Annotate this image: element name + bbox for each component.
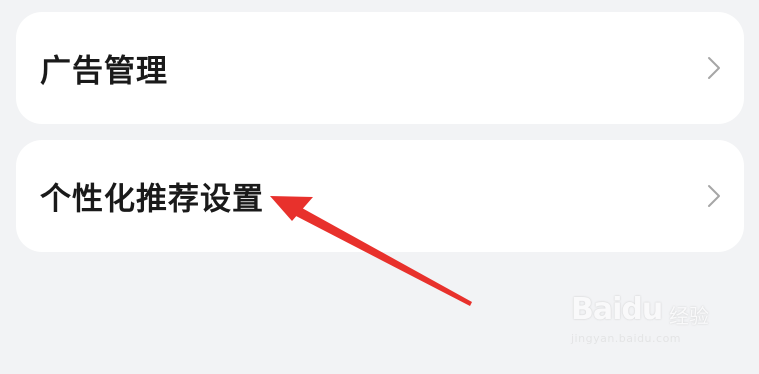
watermark-brand-cn: 经验: [669, 304, 709, 328]
settings-item-label: 个性化推荐设置: [40, 181, 264, 218]
chevron-right-icon: [708, 185, 720, 207]
chevron-right-icon: [708, 57, 720, 79]
watermark-url: jingyan.baidu.com: [571, 332, 682, 345]
watermark-brand: Baidu: [571, 292, 663, 327]
settings-item-label: 广告管理: [40, 53, 168, 90]
settings-item-ad-management[interactable]: 广告管理: [16, 12, 744, 124]
settings-item-personalized-recommendation[interactable]: 个性化推荐设置: [16, 140, 744, 252]
baidu-jingyan-watermark: Baidu 经验 jingyan.baidu.com: [571, 292, 721, 350]
